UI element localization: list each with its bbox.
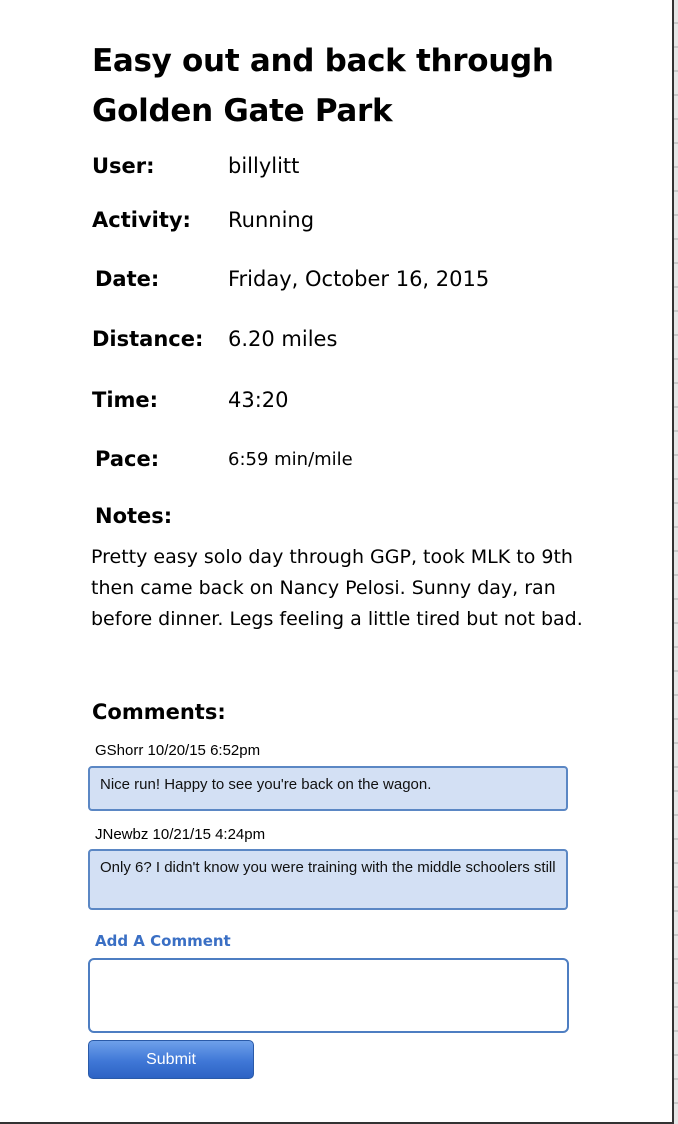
field-time: Time: 43:20 [92,384,289,416]
workout-title: Easy out and back through Golden Gate Pa… [92,43,554,129]
field-distance-label: Distance: [92,327,204,351]
add-comment-label: Add A Comment [95,932,231,950]
field-distance-value: 6.20 miles [228,327,338,351]
comment-meta: JNewbz 10/21/15 4:24pm [95,826,266,843]
field-date-value: Friday, October 16, 2015 [228,267,490,291]
field-activity-label: Activity: [92,208,191,232]
comment-input[interactable] [88,958,569,1033]
field-user-label: User: [92,154,155,178]
field-pace: Pace: 6:59 min/mile [95,443,353,475]
field-activity: Activity: Running [92,204,314,236]
comment-meta: GShorr 10/20/15 6:52pm [95,742,261,759]
submit-button[interactable]: Submit [88,1040,254,1079]
field-date-label: Date: [95,267,160,291]
field-user: User: billylitt [92,150,299,182]
comment-text: Only 6? I didn't know you were training … [88,849,568,910]
field-distance: Distance: 6.20 miles [92,323,337,355]
comment-text: Nice run! Happy to see you're back on th… [88,766,568,811]
notes-text: Pretty easy solo day through GGP, took M… [91,546,583,630]
field-time-label: Time: [92,388,159,412]
field-user-value: billylitt [228,154,300,178]
field-date: Date: Friday, October 16, 2015 [95,263,489,295]
field-pace-label: Pace: [95,447,160,471]
comments-heading: Comments: [92,700,226,724]
field-time-value: 43:20 [228,388,289,412]
window-edge [674,0,678,1124]
field-activity-value: Running [228,208,315,232]
notes-heading: Notes: [95,504,173,528]
field-pace-value: 6:59 min/mile [228,448,353,470]
